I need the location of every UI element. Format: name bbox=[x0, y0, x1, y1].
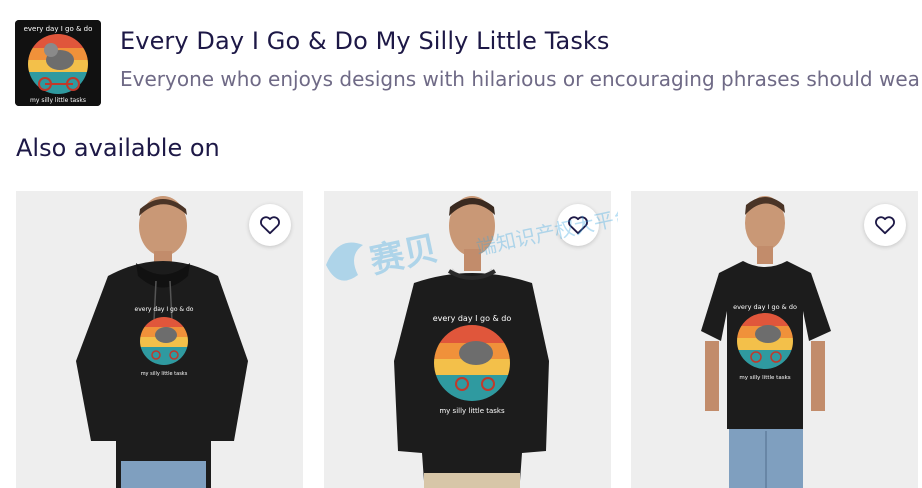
heart-outline-icon bbox=[875, 216, 895, 235]
card-print-bottom: my silly little tasks bbox=[439, 407, 505, 415]
section-heading: Also available on bbox=[16, 134, 220, 162]
design-artwork: every day I go & do my silly little task… bbox=[15, 20, 101, 106]
product-thumbnail[interactable]: every day I go & do my silly little task… bbox=[15, 20, 101, 106]
card-print-top: every day I go & do bbox=[433, 314, 512, 323]
product-title: Every Day I Go & Do My Silly Little Task… bbox=[120, 27, 610, 55]
favorite-button[interactable] bbox=[864, 204, 906, 246]
heart-outline-icon bbox=[260, 216, 280, 235]
product-card-hoodie[interactable]: every day I go & do my silly little task… bbox=[16, 191, 303, 488]
product-card-sweatshirt[interactable]: every day I go & do my silly little task… bbox=[324, 191, 611, 488]
heart-outline-icon bbox=[568, 216, 588, 235]
card-print-top: every day I go & do bbox=[733, 303, 797, 311]
card-print-bottom: my silly little tasks bbox=[141, 371, 188, 377]
thumbnail-print-bottom: my silly little tasks bbox=[30, 97, 86, 104]
product-card-t-shirt[interactable]: every day I go & do my silly little task… bbox=[631, 191, 918, 488]
product-description: Everyone who enjoys designs with hilario… bbox=[120, 67, 920, 91]
card-print-top: every day I go & do bbox=[135, 306, 194, 313]
card-print-bottom: my silly little tasks bbox=[739, 375, 790, 381]
thumbnail-print-top: every day I go & do bbox=[24, 25, 93, 33]
favorite-button[interactable] bbox=[249, 204, 291, 246]
favorite-button[interactable] bbox=[557, 204, 599, 246]
